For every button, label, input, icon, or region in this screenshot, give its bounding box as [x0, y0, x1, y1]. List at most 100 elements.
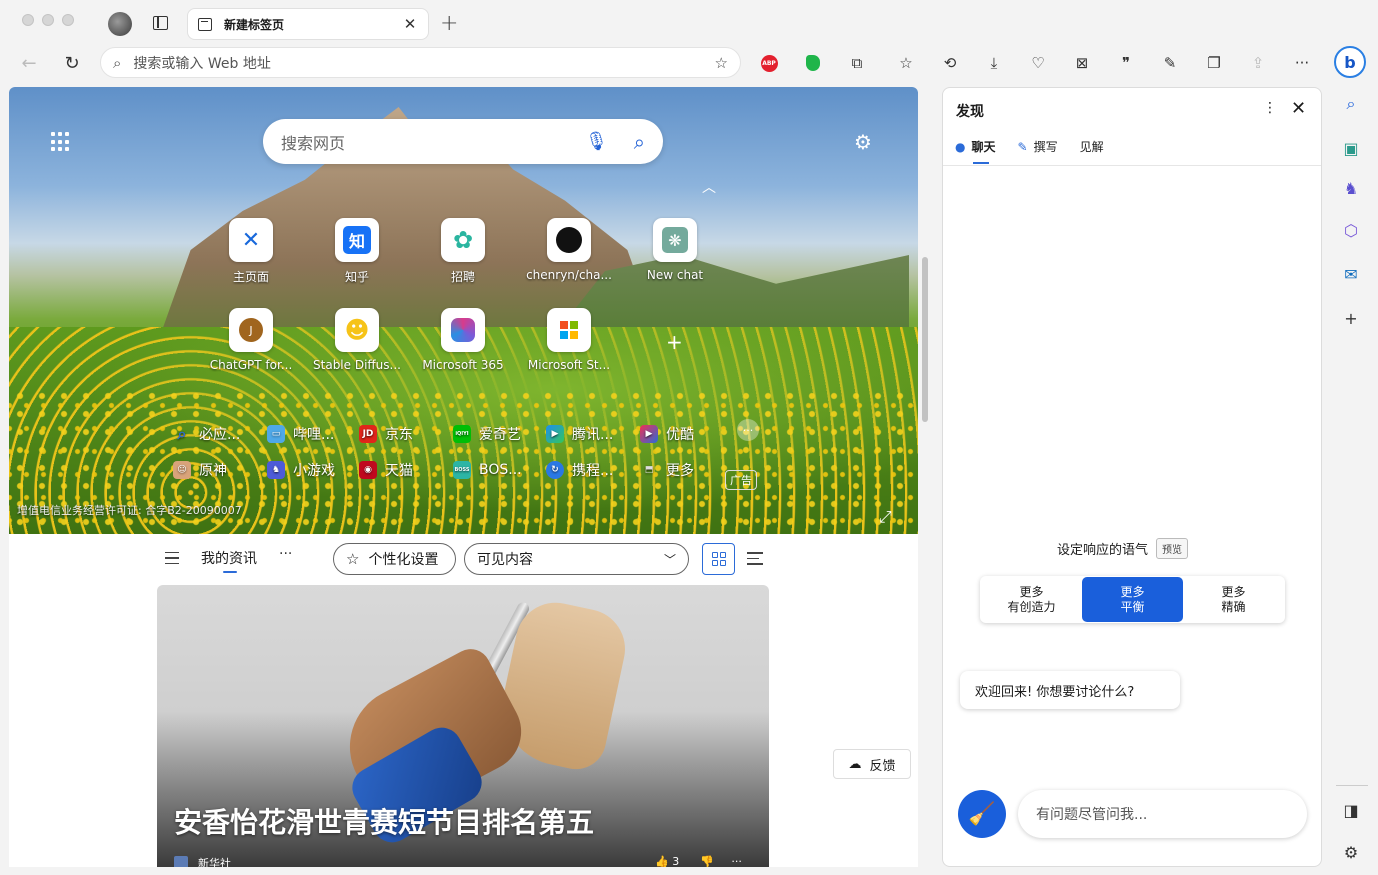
profile-avatar[interactable] — [108, 12, 132, 36]
tab-actions-icon[interactable] — [153, 16, 168, 30]
tab-close-icon[interactable]: ✕ — [402, 15, 418, 33]
tile-recruit[interactable]: ✿ 招聘 — [409, 218, 517, 285]
address-bar[interactable]: ⌕ 搜索或输入 Web 地址 ☆ — [100, 47, 741, 78]
outlook-icon[interactable]: ✉ — [1341, 264, 1361, 284]
more-menu-button[interactable]: ··· — [1290, 52, 1314, 74]
address-input[interactable]: 搜索或输入 Web 地址 — [133, 53, 714, 73]
extensions-icon[interactable]: ⧉ — [845, 52, 869, 74]
web-search-box[interactable]: 搜索网页 🎙 ⌕ — [263, 119, 663, 164]
quicklink-bilibili[interactable]: ▭ 哔哩... — [267, 422, 334, 446]
grid-view-button[interactable] — [702, 543, 735, 575]
hide-sidebar-icon[interactable]: ◨ — [1341, 800, 1361, 820]
tab-compose[interactable]: ✎ 撰写 — [1018, 138, 1058, 155]
tone-creative-button[interactable]: 更多 有创造力 — [981, 577, 1082, 622]
tile-confluence[interactable]: ✕ 主页面 — [197, 218, 305, 285]
quicklink-jd[interactable]: JD 京东 — [359, 422, 413, 446]
back-button[interactable]: ← — [14, 46, 44, 80]
quicklink-youku[interactable]: ▶ 优酷 — [640, 422, 694, 446]
quicklink-bing[interactable]: ⌕ 必应... — [173, 422, 241, 446]
quicklink-genshin[interactable]: ☺ 原神 — [173, 458, 227, 482]
zoom-window-button[interactable] — [62, 14, 74, 26]
news-headline[interactable]: 安香怡花滑世青赛短节目排名第五 — [174, 801, 594, 841]
star-edit-icon: ☆ — [346, 550, 360, 568]
page-settings-icon[interactable]: ⚙ — [854, 130, 876, 154]
quicklink-iqiyi[interactable]: iQIYI 爱奇艺 — [453, 422, 521, 446]
new-topic-broom-button[interactable]: 🧹 — [958, 790, 1006, 838]
pane-more-icon[interactable]: ⋮ — [1263, 100, 1277, 116]
apps-launcher-icon[interactable] — [51, 132, 71, 152]
search-icon[interactable]: ⌕ — [1341, 94, 1361, 114]
tile-chatgpt-for[interactable]: J ChatGPT for... — [197, 308, 305, 372]
tmall-icon: ◉ — [359, 461, 377, 479]
tone-selector: 更多 有创造力 更多 平衡 更多 精确 — [980, 576, 1285, 623]
page-scrollbar[interactable] — [918, 87, 933, 867]
quicklink-tmall[interactable]: ◉ 天猫 — [359, 458, 413, 482]
bing-chat-icon[interactable]: b — [1334, 46, 1366, 78]
list-view-button[interactable] — [747, 552, 763, 569]
newtab-page-icon — [198, 17, 212, 31]
tile-zhihu[interactable]: 知 知乎 — [303, 218, 411, 285]
screenshot-icon[interactable]: ✎ — [1158, 52, 1182, 74]
huggingface-icon: ☻ — [335, 308, 379, 352]
tile-new-chat[interactable]: ❋ New chat — [621, 218, 729, 282]
quicklink-more[interactable]: ⬒ 更多 — [640, 458, 694, 482]
add-favorite-icon[interactable]: ☆ — [715, 54, 728, 72]
favorites-icon[interactable]: ☆ — [894, 52, 918, 74]
chat-icon: ● — [955, 139, 966, 154]
tab-insights[interactable]: 见解 — [1080, 138, 1104, 155]
close-window-button[interactable] — [22, 14, 34, 26]
web-search-input[interactable]: 搜索网页 — [281, 130, 585, 154]
msstore-icon — [547, 308, 591, 352]
m365-icon[interactable]: ⬡ — [1341, 220, 1361, 240]
feed-more-button[interactable]: ··· — [279, 546, 292, 562]
add-sidebar-icon[interactable]: + — [1341, 308, 1361, 328]
personalize-button[interactable]: ☆ 个性化设置 — [333, 543, 456, 575]
performance-icon[interactable]: ♡ — [1026, 52, 1050, 74]
toolbar: ← ↻ ⌕ 搜索或输入 Web 地址 ☆ ABP ⧉ ☆ ⟲ ⤓ ♡ ⊠ ❞ ✎… — [0, 46, 1330, 80]
quicklink-tencent-video[interactable]: ▶ 腾讯... — [546, 422, 613, 446]
visible-content-select[interactable]: 可见内容 ﹀ — [464, 543, 689, 575]
tile-microsoft-365[interactable]: Microsoft 365 — [409, 308, 517, 372]
tab-chat[interactable]: ● 聊天 — [955, 138, 996, 164]
news-card[interactable]: 安香怡花滑世青赛短节目排名第五 新华社 👍 3 👎 ··· — [157, 585, 769, 867]
new-tab-button[interactable]: + — [440, 11, 458, 36]
sidebar-settings-icon[interactable]: ⚙ — [1341, 842, 1361, 862]
microphone-icon[interactable]: 🎙 — [585, 131, 608, 152]
quicklink-mini-games[interactable]: ♞ 小游戏 — [267, 458, 335, 482]
refresh-button[interactable]: ↻ — [57, 46, 87, 80]
feedback-button[interactable]: ☁ 反馈 — [833, 749, 911, 779]
minimize-window-button[interactable] — [42, 14, 54, 26]
discover-pane: 发现 ⋮ ✕ ● 聊天 ✎ 撰写 见解 设定响应的语气 预览 更多 有创造力 更多 平衡 … — [942, 87, 1322, 867]
quicklinks-more-icon[interactable]: ··· — [737, 419, 759, 441]
chevron-up-icon[interactable]: ︿ — [702, 177, 716, 197]
games-icon[interactable]: ♞ — [1341, 178, 1361, 198]
quicklink-ctrip[interactable]: ↻ 携程... — [546, 458, 613, 482]
share-icon[interactable]: ⇪ — [1246, 52, 1270, 74]
adblock-plus-icon[interactable]: ABP — [757, 52, 781, 74]
new-tab-page: 搜索网页 🎙 ⌕ ⚙ ︿ ✕ 主页面 知 知乎 ✿ 招聘 chenryn/cha… — [9, 87, 918, 867]
chat-input[interactable]: 有问题尽管问我... — [1018, 790, 1307, 838]
scrollbar-thumb[interactable] — [922, 257, 928, 422]
tone-precise-button[interactable]: 更多 精确 — [1183, 577, 1284, 622]
genshin-icon: ☺ — [173, 461, 191, 479]
downloads-icon[interactable]: ⤓ — [982, 52, 1006, 74]
tile-stable-diffusion[interactable]: ☻ Stable Diffus... — [303, 308, 411, 372]
quote-icon[interactable]: ❞ — [1114, 52, 1138, 74]
collections-icon[interactable]: ❐ — [1202, 52, 1226, 74]
math-solver-icon[interactable]: ⊠ — [1070, 52, 1094, 74]
tab-new-tab[interactable]: 新建标签页 ✕ — [187, 8, 429, 40]
expand-icon[interactable]: ⤢ — [879, 507, 892, 527]
evernote-icon[interactable] — [801, 52, 825, 74]
my-feed-tab[interactable]: 我的资讯 — [201, 548, 257, 573]
tone-balanced-button[interactable]: 更多 平衡 — [1082, 577, 1183, 622]
tile-microsoft-store[interactable]: Microsoft St... — [515, 308, 623, 372]
quicklink-boss[interactable]: BOSS BOS... — [453, 458, 522, 482]
search-icon[interactable]: ⌕ — [634, 130, 645, 154]
tile-github[interactable]: chenryn/cha... — [515, 218, 623, 282]
pane-close-icon[interactable]: ✕ — [1291, 98, 1306, 119]
add-tile-icon[interactable]: + — [666, 330, 683, 354]
like-button[interactable]: 👍 3 👎 ··· — [655, 855, 742, 867]
feed-menu-icon[interactable] — [165, 552, 179, 564]
history-icon[interactable]: ⟲ — [938, 52, 962, 74]
shopping-icon[interactable]: ▣ — [1341, 138, 1361, 158]
